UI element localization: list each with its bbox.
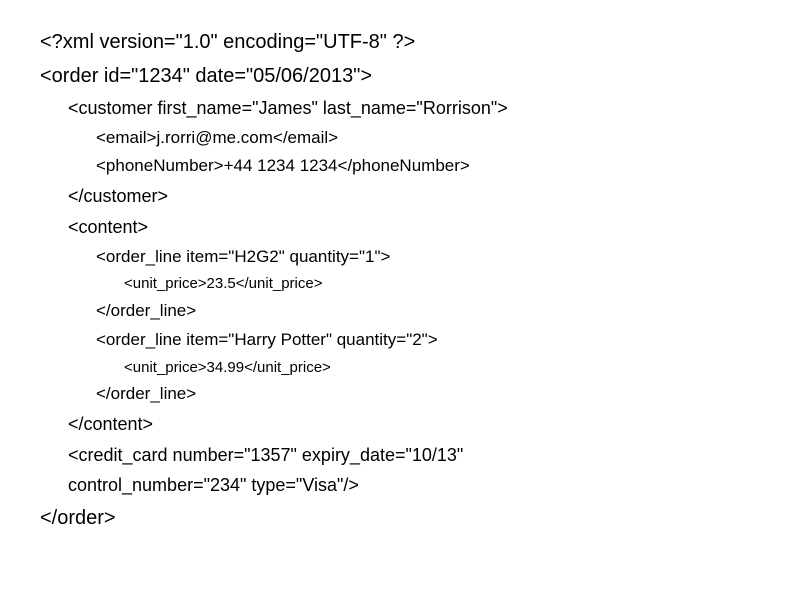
- order-line-1-open: <order_line item="H2G2" quantity="1">: [40, 243, 760, 272]
- unit-price-1: <unit_price>23.5</unit_price>: [40, 271, 760, 297]
- credit-card-line-1: <credit_card number="1357" expiry_date="…: [40, 440, 760, 471]
- order-line-2-close: </order_line>: [40, 380, 760, 409]
- customer-open-tag: <customer first_name="James" last_name="…: [40, 93, 760, 124]
- customer-close-tag: </customer>: [40, 181, 760, 212]
- order-line-2-open: <order_line item="Harry Potter" quantity…: [40, 326, 760, 355]
- order-close-tag: </order>: [40, 501, 760, 535]
- content-open-tag: <content>: [40, 212, 760, 243]
- unit-price-2: <unit_price>34.99</unit_price>: [40, 355, 760, 381]
- credit-card-line-2: control_number="234" type="Visa"/>: [40, 470, 760, 501]
- order-open-tag: <order id="1234" date="05/06/2013">: [40, 59, 760, 93]
- phone-element: <phoneNumber>+44 1234 1234</phoneNumber>: [40, 152, 760, 181]
- content-close-tag: </content>: [40, 409, 760, 440]
- xml-declaration: <?xml version="1.0" encoding="UTF-8" ?>: [40, 25, 760, 59]
- order-line-1-close: </order_line>: [40, 297, 760, 326]
- email-element: <email>j.rorri@me.com</email>: [40, 124, 760, 153]
